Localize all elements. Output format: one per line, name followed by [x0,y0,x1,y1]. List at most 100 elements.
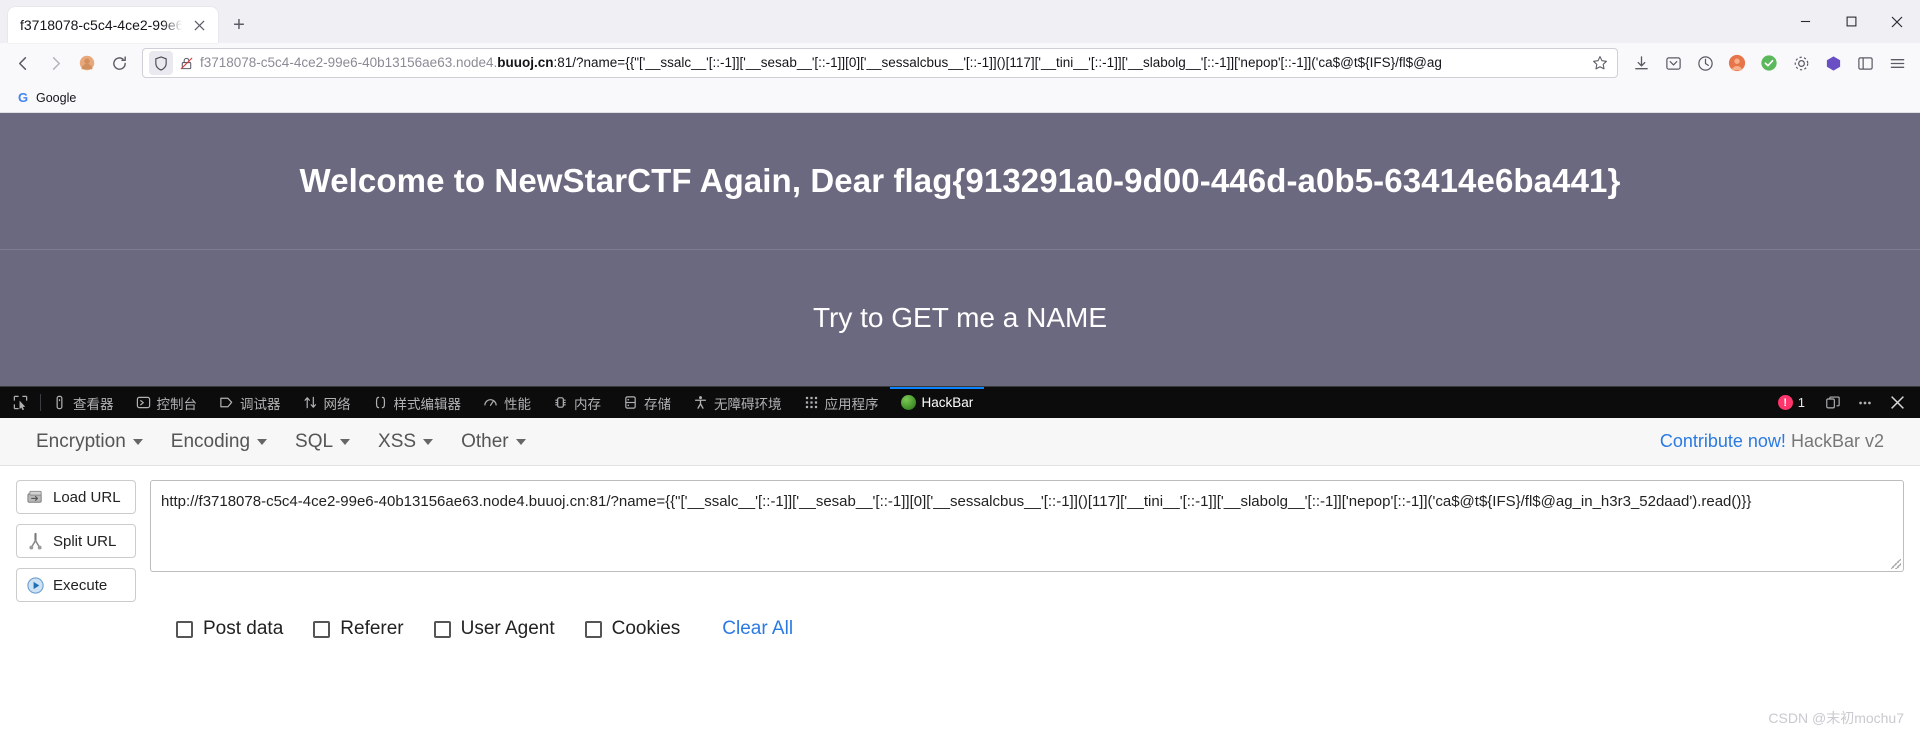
page-subtitle: Try to GET me a NAME [812,302,1108,333]
close-devtools-icon[interactable] [1882,387,1912,419]
tab-label: 查看器 [73,396,114,412]
option-label: Post data [203,618,284,639]
browser-tab[interactable]: f3718078-c5c4-4ce2-99e6-40b13156ae63 [8,7,218,43]
history-icon[interactable] [1690,48,1720,78]
pocket-icon[interactable] [1658,48,1688,78]
reload-icon[interactable] [104,48,134,78]
forward-icon[interactable] [40,48,70,78]
console-icon [136,395,151,410]
user-agent-checkbox[interactable] [433,620,451,638]
gear-icon[interactable] [1786,48,1816,78]
menu-label: Other [461,430,509,452]
tab-accessibility[interactable]: 无障碍环境 [682,387,793,418]
app-menu-icon[interactable] [1882,48,1912,78]
hackbar-options-row: Post data Referer User Agent Cookies Cle… [0,602,1920,640]
navigation-toolbar: f3718078-c5c4-4ce2-99e6-40b13156ae63.nod… [0,43,1920,83]
tab-console[interactable]: 控制台 [125,387,209,418]
shield-icon[interactable] [149,51,173,75]
hackbar-panel: Encryption Encoding SQL XSS Other Contri… [0,418,1920,639]
maximize-button[interactable] [1828,0,1874,43]
url-textarea-value: http://f3718078-c5c4-4ce2-99e6-40b13156a… [161,493,1752,510]
split-url-icon [25,531,45,551]
container-icon[interactable] [1850,48,1880,78]
cookies-checkbox[interactable] [584,620,602,638]
resize-handle-icon[interactable] [1891,559,1901,569]
minimize-button[interactable] [1782,0,1828,43]
tab-storage[interactable]: 存储 [612,387,682,418]
menu-label: SQL [295,430,334,452]
menu-sql[interactable]: SQL [281,425,364,459]
menu-xss[interactable]: XSS [364,425,447,459]
tab-network[interactable]: 网络 [292,387,362,418]
button-label: Load URL [53,488,121,506]
clear-all-link[interactable]: Clear All [722,618,793,640]
bookmark-label: Google [36,90,77,105]
tab-inspector[interactable]: 查看器 [41,387,125,418]
tab-label: 性能 [504,396,531,412]
memory-icon [553,395,568,410]
referer-checkbox[interactable] [313,620,331,638]
bookmark-item-google[interactable]: G Google [10,88,82,108]
option-label: Referer [340,618,404,639]
tab-label: 调试器 [240,396,281,412]
style-editor-icon [373,395,388,410]
load-url-icon [25,487,45,507]
sync-status-icon[interactable] [1754,48,1784,78]
option-cookies[interactable]: Cookies [584,618,681,640]
tab-hackbar[interactable]: HackBar [889,387,985,418]
chevron-down-icon [132,438,143,445]
tab-label: 样式编辑器 [393,396,462,412]
more-options-icon[interactable] [1850,387,1880,419]
accessibility-icon [693,395,708,410]
address-bar[interactable]: f3718078-c5c4-4ce2-99e6-40b13156ae63.nod… [142,48,1618,78]
back-icon[interactable] [8,48,38,78]
option-referer[interactable]: Referer [313,618,404,640]
page-content: Welcome to NewStarCTF Again, Dear flag{9… [0,113,1920,386]
error-count-badge[interactable]: ! 1 [1770,395,1813,410]
contribute-link[interactable]: Contribute now! [1660,431,1786,451]
menu-other[interactable]: Other [447,425,540,459]
chevron-down-icon [515,438,526,445]
post-data-checkbox[interactable] [176,620,193,638]
profile-avatar-icon[interactable] [1722,48,1752,78]
lock-crossed-icon[interactable] [179,56,194,71]
tab-performance[interactable]: 性能 [472,387,542,418]
extension-icon[interactable] [1818,48,1848,78]
split-url-button[interactable]: Split URL [16,524,136,558]
account-icon[interactable] [72,48,102,78]
load-url-button[interactable]: Load URL [16,480,136,514]
tab-application[interactable]: 应用程序 [793,387,890,418]
browser-window: f3718078-c5c4-4ce2-99e6-40b13156ae63 + [0,0,1920,113]
url-textarea[interactable]: http://f3718078-c5c4-4ce2-99e6-40b13156a… [150,480,1904,572]
button-label: Execute [53,576,108,594]
bookmarks-toolbar: G Google [0,83,1920,113]
element-picker-icon[interactable] [0,387,40,418]
option-post-data[interactable]: Post data [176,618,283,640]
google-icon: G [17,90,29,105]
tab-style-editor[interactable]: 样式编辑器 [362,387,473,418]
chevron-down-icon [423,438,434,445]
close-icon[interactable] [186,12,212,38]
option-label: Cookies [611,618,681,639]
tab-debugger[interactable]: 调试器 [208,387,292,418]
menu-encoding[interactable]: Encoding [157,425,281,459]
bookmark-star-icon[interactable] [1589,52,1611,74]
tab-label: 无障碍环境 [714,396,782,412]
devtools-toolbar: 查看器 控制台 调试器 网络 样式编辑器 性能 内存 存储 无障碍环境 应用程序… [0,386,1920,418]
tab-memory[interactable]: 内存 [542,387,612,418]
button-label: Split URL [53,532,117,550]
new-tab-button[interactable]: + [226,12,252,38]
option-user-agent[interactable]: User Agent [433,618,555,640]
tab-label: 存储 [644,396,671,412]
execute-button[interactable]: Execute [16,568,136,602]
menu-label: XSS [378,430,417,452]
dock-toggle-icon[interactable] [1818,387,1848,419]
url-text[interactable]: f3718078-c5c4-4ce2-99e6-40b13156ae63.nod… [200,48,1583,78]
menu-encryption[interactable]: Encryption [22,425,157,459]
error-icon: ! [1777,395,1793,410]
performance-icon [483,395,498,410]
watermark: CSDN @末初mochu7 [1768,710,1904,726]
page-subheading-block: Try to GET me a NAME [0,250,1920,386]
close-window-button[interactable] [1874,0,1920,43]
download-icon[interactable] [1626,48,1656,78]
